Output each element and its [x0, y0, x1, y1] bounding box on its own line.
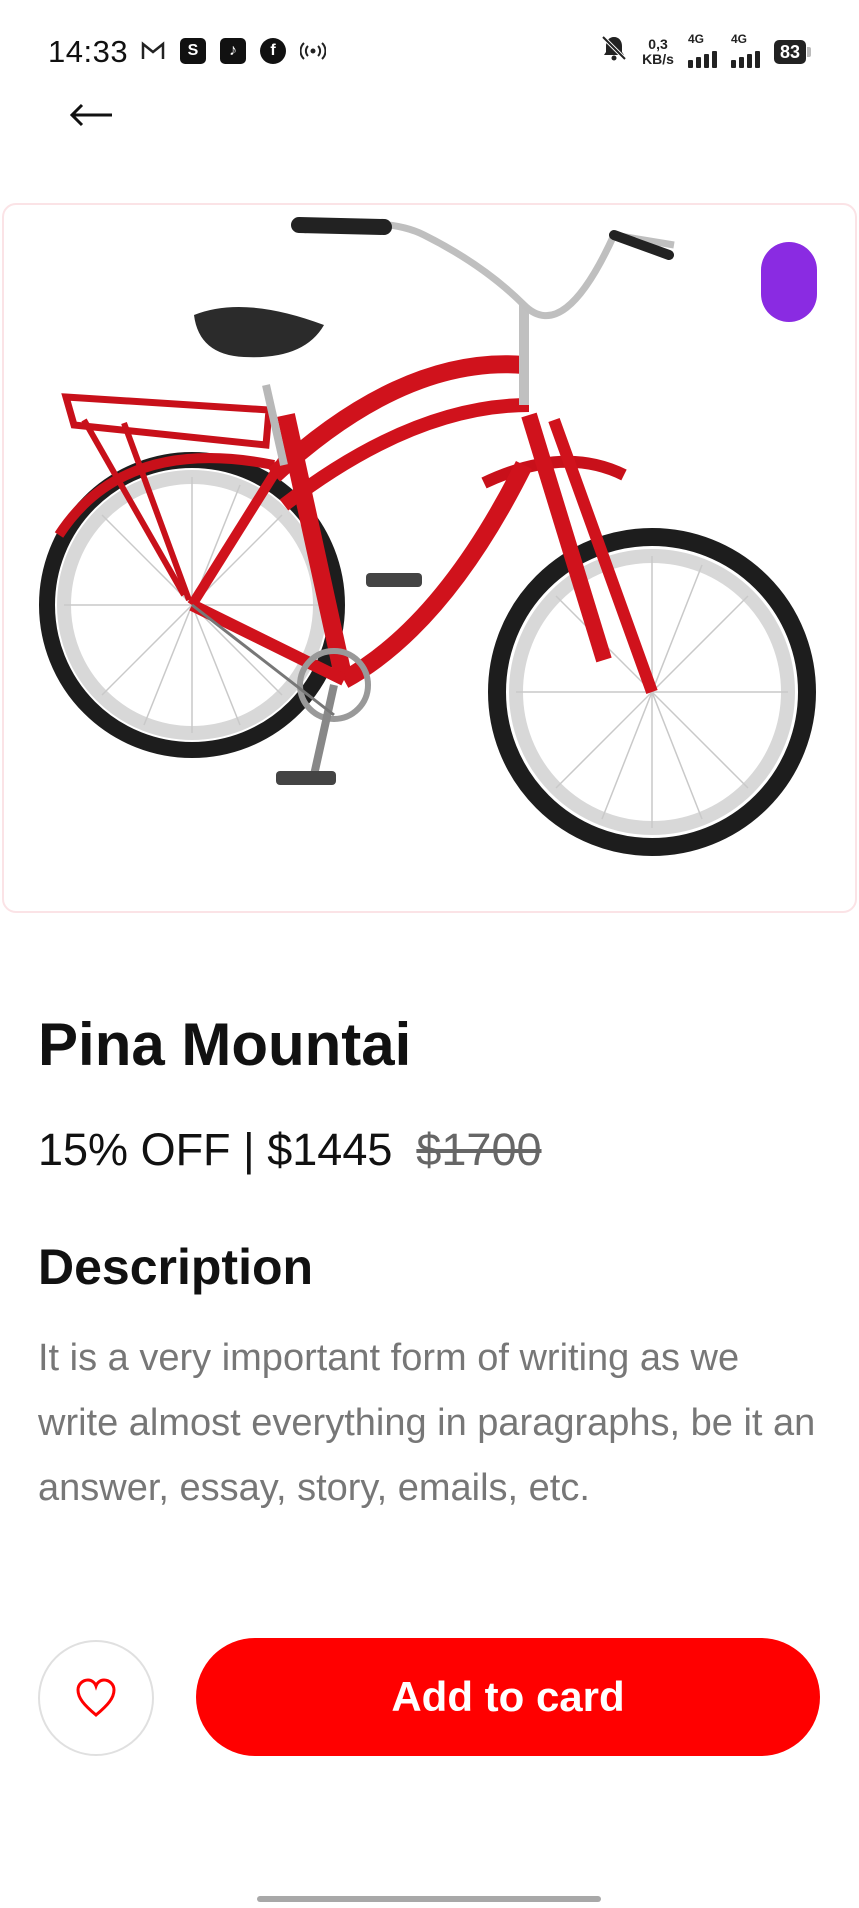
signal-icon: 4G	[687, 32, 717, 68]
network-speed-unit: KB/s	[642, 50, 674, 67]
hotspot-icon	[300, 38, 326, 64]
tiktok-icon: ♪	[220, 38, 246, 64]
description-text: It is a very important form of writing a…	[38, 1337, 816, 1509]
product-image-card	[2, 203, 857, 913]
original-price: $1700	[416, 1124, 542, 1175]
network-speed: 0,3 KB/s	[642, 35, 674, 67]
bell-muted-icon	[600, 34, 628, 69]
shop-icon: S	[180, 38, 206, 64]
network-speed-value: 0,3	[648, 35, 668, 52]
status-time: 14:33	[48, 34, 129, 69]
description-heading: Description	[38, 1239, 314, 1295]
signal-icon: 4G	[730, 32, 760, 68]
gmail-icon	[140, 38, 166, 64]
back-button[interactable]	[62, 86, 120, 144]
facebook-icon: f	[260, 38, 286, 64]
signal-type-label: 4G	[687, 31, 704, 46]
signal-type-label: 4G	[730, 31, 747, 46]
color-swatch-purple[interactable]	[761, 242, 817, 322]
price-line: 15% OFF | $1445 $1700	[38, 1124, 542, 1176]
heart-outline-icon	[76, 1678, 116, 1717]
product-title: Pina Mountai	[38, 1011, 412, 1078]
home-indicator[interactable]	[257, 1896, 601, 1902]
battery-icon: 83	[773, 39, 811, 64]
add-to-cart-button[interactable]: Add to card	[196, 1638, 820, 1756]
notification-icons: S ♪ f	[140, 38, 326, 64]
battery-level: 83	[773, 39, 806, 64]
favorite-button[interactable]	[38, 1640, 154, 1756]
arrow-left-icon	[69, 103, 112, 127]
bicycle-image	[39, 217, 816, 856]
status-right: 0,3 KB/s 4G 4G 83	[600, 32, 811, 69]
status-bar: 14:33 S ♪ f 0,3 KB/s 4G 4G 83	[0, 0, 859, 100]
discount-price: 15% OFF | $1445	[38, 1124, 393, 1175]
